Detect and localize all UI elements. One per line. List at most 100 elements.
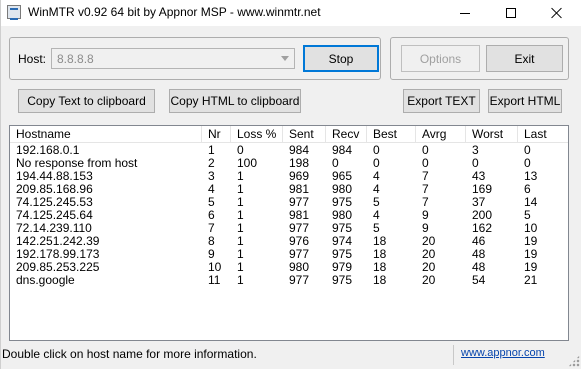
table-row[interactable]: 192.168.0.1 1 0 984 984 0 0 3 0 <box>10 144 568 157</box>
table-row[interactable]: 209.85.168.96 4 1 981 980 4 7 169 6 <box>10 183 568 196</box>
table-cell: 19 <box>524 261 538 274</box>
table-cell: 0 <box>472 157 479 170</box>
table-cell: 5 <box>524 209 531 222</box>
results-list[interactable]: Hostname Nr Loss % Sent Recv Best Avrg W… <box>9 125 569 341</box>
table-cell: 13 <box>524 170 538 183</box>
table-cell: 5 <box>208 196 215 209</box>
table-cell: 9 <box>422 222 429 235</box>
status-text: Double click on host name for more infor… <box>2 347 257 361</box>
table-cell: 979 <box>332 261 353 274</box>
column-header-recv[interactable]: Recv <box>326 126 367 143</box>
table-cell: 18 <box>373 274 387 287</box>
table-cell: 0 <box>422 157 429 170</box>
window-title: WinMTR v0.92 64 bit by Appnor MSP - www.… <box>28 5 321 19</box>
table-cell: 1 <box>237 274 244 287</box>
title-bar[interactable]: WinMTR v0.92 64 bit by Appnor MSP - www.… <box>1 0 581 26</box>
table-cell: 0 <box>373 144 380 157</box>
table-row[interactable]: 194.44.88.153 3 1 969 965 4 7 43 13 <box>10 170 568 183</box>
table-cell: 6 <box>524 183 531 196</box>
chevron-down-icon[interactable] <box>276 50 293 67</box>
table-cell: 37 <box>472 196 486 209</box>
column-header-nr[interactable]: Nr <box>202 126 231 143</box>
table-cell: 3 <box>472 144 479 157</box>
table-cell: 0 <box>332 157 339 170</box>
table-cell: 3 <box>208 170 215 183</box>
table-cell: 48 <box>472 248 486 261</box>
column-header-worst[interactable]: Worst <box>466 126 518 143</box>
table-cell: 1 <box>237 261 244 274</box>
column-header-last[interactable]: Last <box>518 126 568 143</box>
table-cell: 9 <box>208 248 215 261</box>
export-html-button[interactable]: Export HTML <box>488 89 562 113</box>
app-icon <box>7 5 21 20</box>
host-label: Host: <box>18 52 47 66</box>
resize-grip-icon[interactable] <box>568 355 580 367</box>
table-cell: 8 <box>208 235 215 248</box>
column-header-avrg[interactable]: Avrg <box>416 126 466 143</box>
table-cell: 10 <box>524 222 538 235</box>
table-row[interactable]: 74.125.245.64 6 1 981 980 4 9 200 5 <box>10 209 568 222</box>
table-row[interactable]: 142.251.242.39 8 1 976 974 18 20 46 19 <box>10 235 568 248</box>
table-row[interactable]: dns.google 11 1 977 975 18 20 54 21 <box>10 274 568 287</box>
maximize-button[interactable] <box>488 0 534 26</box>
table-cell: 54 <box>472 274 486 287</box>
column-header-hostname[interactable]: Hostname <box>10 126 202 143</box>
table-cell: 977 <box>289 248 310 261</box>
table-cell: 1 <box>237 222 244 235</box>
table-cell: 0 <box>524 157 531 170</box>
table-cell: 7 <box>422 183 429 196</box>
column-header-sent[interactable]: Sent <box>283 126 326 143</box>
table-cell: 980 <box>332 183 353 196</box>
table-cell: 5 <box>373 222 380 235</box>
table-cell: 974 <box>332 235 353 248</box>
export-text-button[interactable]: Export TEXT <box>403 89 480 113</box>
table-cell: 975 <box>332 196 353 209</box>
table-cell: 200 <box>472 209 493 222</box>
host-value: 8.8.8.8 <box>57 52 94 66</box>
close-button[interactable] <box>534 0 580 26</box>
status-bar: Double click on host name for more infor… <box>1 343 581 369</box>
table-cell: 981 <box>289 183 310 196</box>
table-cell: 965 <box>332 170 353 183</box>
table-cell: 976 <box>289 235 310 248</box>
table-cell: 20 <box>422 235 436 248</box>
exit-button[interactable]: Exit <box>486 45 563 72</box>
options-button[interactable]: Options <box>401 45 480 72</box>
table-cell: 21 <box>524 274 538 287</box>
status-divider <box>453 345 454 365</box>
table-row[interactable]: 72.14.239.110 7 1 977 975 5 9 162 10 <box>10 222 568 235</box>
host-combobox[interactable]: 8.8.8.8 <box>51 48 295 69</box>
table-cell: 969 <box>289 170 310 183</box>
appnor-link[interactable]: www.appnor.com <box>461 347 545 359</box>
column-header-best[interactable]: Best <box>367 126 416 143</box>
table-cell: 981 <box>289 209 310 222</box>
table-row[interactable]: 209.85.253.225 10 1 980 979 18 20 48 19 <box>10 261 568 274</box>
table-cell: 977 <box>289 222 310 235</box>
table-cell: 19 <box>524 248 538 261</box>
minimize-button[interactable] <box>442 0 488 26</box>
column-header-loss[interactable]: Loss % <box>231 126 283 143</box>
table-cell: 18 <box>373 248 387 261</box>
table-cell: 74.125.245.53 <box>16 196 93 209</box>
table-cell: 192.168.0.1 <box>16 144 80 157</box>
copy-text-button[interactable]: Copy Text to clipboard <box>18 89 155 113</box>
copy-html-button[interactable]: Copy HTML to clipboard <box>169 89 301 113</box>
table-cell: 0 <box>524 144 531 157</box>
table-row[interactable]: No response from host 2 100 198 0 0 0 0 0 <box>10 157 568 170</box>
table-row[interactable]: 74.125.245.53 5 1 977 975 5 7 37 14 <box>10 196 568 209</box>
table-cell: 984 <box>289 144 310 157</box>
stop-button[interactable]: Stop <box>303 45 379 72</box>
table-cell: 100 <box>237 157 258 170</box>
table-cell: 74.125.245.64 <box>16 209 93 222</box>
table-cell: 10 <box>208 261 222 274</box>
table-cell: 7 <box>422 196 429 209</box>
table-cell: 1 <box>237 248 244 261</box>
table-cell: 980 <box>332 209 353 222</box>
close-icon <box>551 7 563 19</box>
table-cell: 192.178.99.173 <box>16 248 100 261</box>
table-cell: 0 <box>422 144 429 157</box>
table-row[interactable]: 192.178.99.173 9 1 977 975 18 20 48 19 <box>10 248 568 261</box>
table-cell: 7 <box>422 170 429 183</box>
table-cell: 4 <box>208 183 215 196</box>
table-cell: 4 <box>373 170 380 183</box>
